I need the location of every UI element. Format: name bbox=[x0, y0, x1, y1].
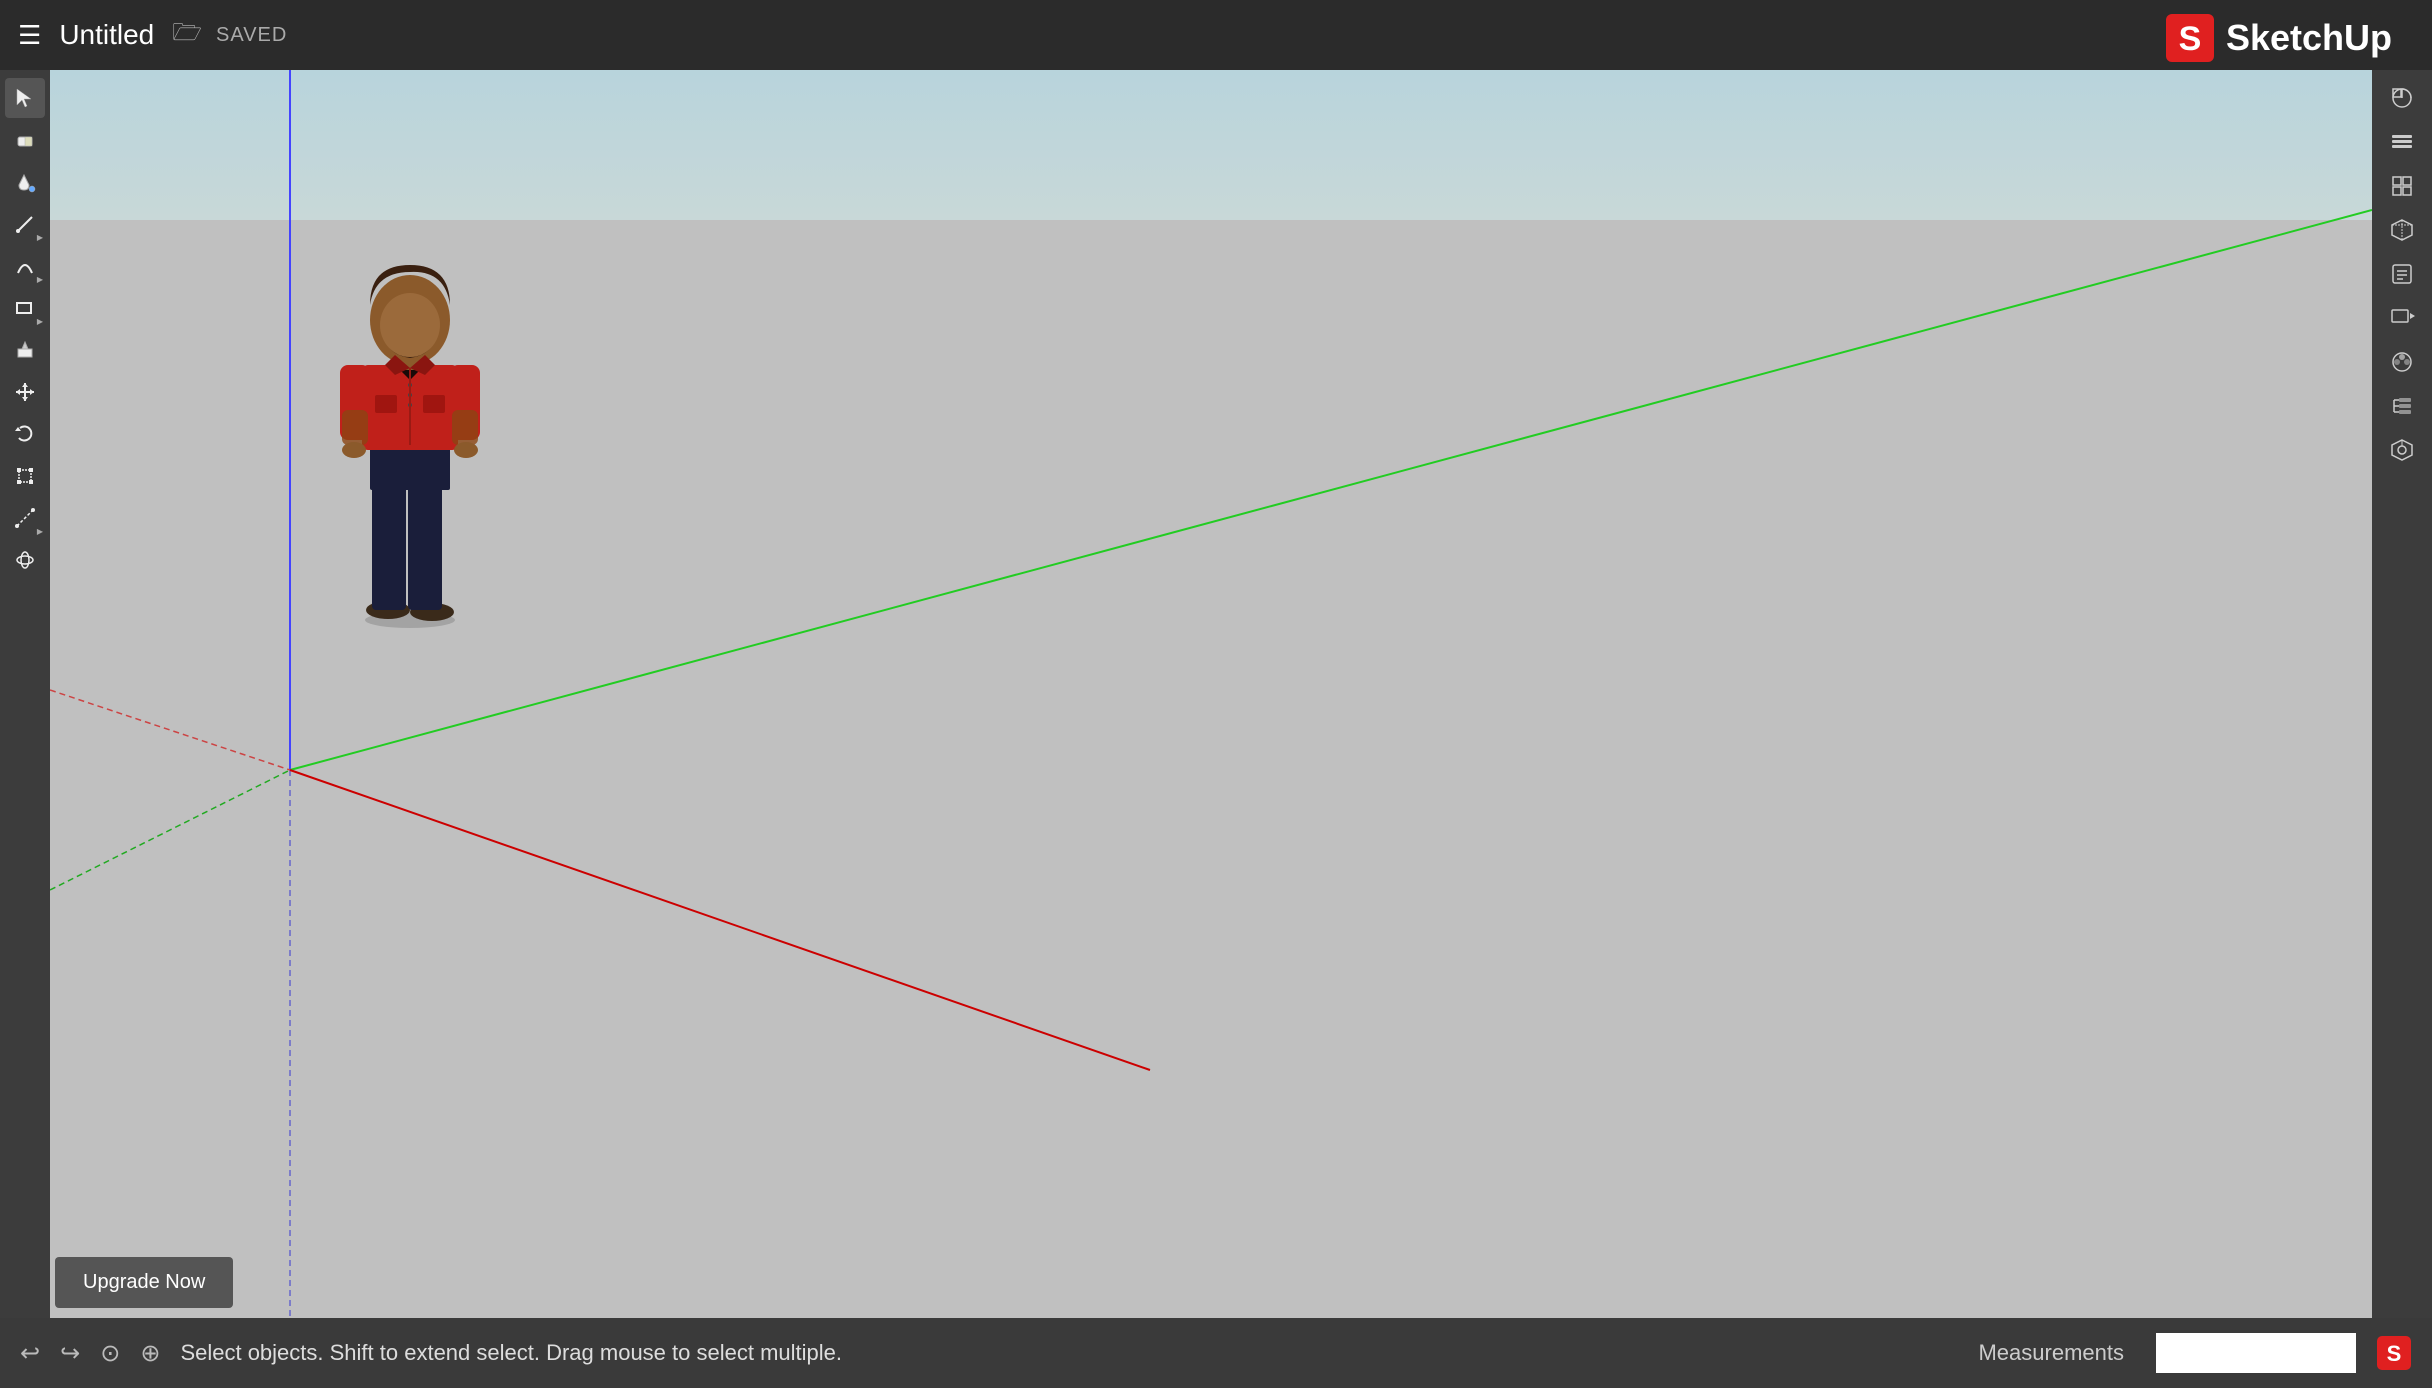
tool-select[interactable] bbox=[5, 78, 45, 118]
tool-outliner[interactable] bbox=[2382, 386, 2422, 426]
location-icon[interactable]: ⊕ bbox=[140, 1339, 160, 1368]
tool-scenes[interactable] bbox=[2382, 298, 2422, 338]
upgrade-now-button[interactable]: Upgrade Now bbox=[55, 1257, 233, 1308]
bottom-bar: ↩ ↪ ⊙ ⊕ Select objects. Shift to extend … bbox=[0, 1318, 2432, 1388]
sketchup-logo: S SketchUp bbox=[2164, 12, 2392, 64]
tool-shapes[interactable]: ▶ bbox=[5, 288, 45, 328]
sketchup-logo-icon: S bbox=[2164, 12, 2216, 64]
document-title: Untitled bbox=[59, 19, 154, 51]
sketchup-bottom-logo: S bbox=[2376, 1335, 2412, 1371]
left-toolbar: ▶ ▶ ▶ bbox=[0, 70, 50, 1318]
tool-arc[interactable]: ▶ bbox=[5, 246, 45, 286]
svg-text:S: S bbox=[2387, 1341, 2402, 1366]
tool-scale[interactable] bbox=[5, 456, 45, 496]
undo-icon[interactable]: ↩ bbox=[20, 1339, 40, 1368]
tool-materials[interactable] bbox=[2382, 342, 2422, 382]
tool-layers[interactable] bbox=[2382, 122, 2422, 162]
tool-eraser[interactable] bbox=[5, 120, 45, 160]
folder-icon[interactable]: 🗁 bbox=[172, 15, 202, 56]
tool-styles[interactable] bbox=[2382, 78, 2422, 118]
saved-status: SAVED bbox=[216, 24, 287, 47]
tool-3d-warehouse[interactable] bbox=[2382, 210, 2422, 250]
menu-icon[interactable]: ☰ bbox=[18, 20, 41, 51]
redo-icon[interactable]: ↪ bbox=[60, 1339, 80, 1368]
right-toolbar bbox=[2372, 70, 2432, 1318]
tool-line[interactable]: ▶ bbox=[5, 204, 45, 244]
tool-orbit[interactable] bbox=[5, 540, 45, 580]
tool-paint-bucket[interactable] bbox=[5, 162, 45, 202]
measurements-input[interactable] bbox=[2156, 1333, 2356, 1373]
tool-rotate[interactable] bbox=[5, 414, 45, 454]
status-text: Select objects. Shift to extend select. … bbox=[180, 1340, 1958, 1366]
help-icon[interactable]: ⊙ bbox=[100, 1339, 120, 1368]
tool-entity-info[interactable] bbox=[2382, 254, 2422, 294]
svg-text:S: S bbox=[2179, 20, 2202, 58]
sky-background bbox=[50, 70, 2372, 220]
tool-tape-measure[interactable]: ▶ bbox=[5, 498, 45, 538]
tool-move[interactable] bbox=[5, 372, 45, 412]
ground-plane bbox=[50, 220, 2372, 1318]
tool-push-pull[interactable] bbox=[5, 330, 45, 370]
top-bar: ☰ Untitled 🗁 SAVED S SketchUp bbox=[0, 0, 2432, 70]
tool-components[interactable] bbox=[2382, 166, 2422, 206]
logo-text: SketchUp bbox=[2226, 17, 2392, 59]
measurements-label: Measurements bbox=[1978, 1340, 2124, 1366]
viewport[interactable] bbox=[50, 70, 2372, 1318]
tool-extension-manager[interactable] bbox=[2382, 430, 2422, 470]
